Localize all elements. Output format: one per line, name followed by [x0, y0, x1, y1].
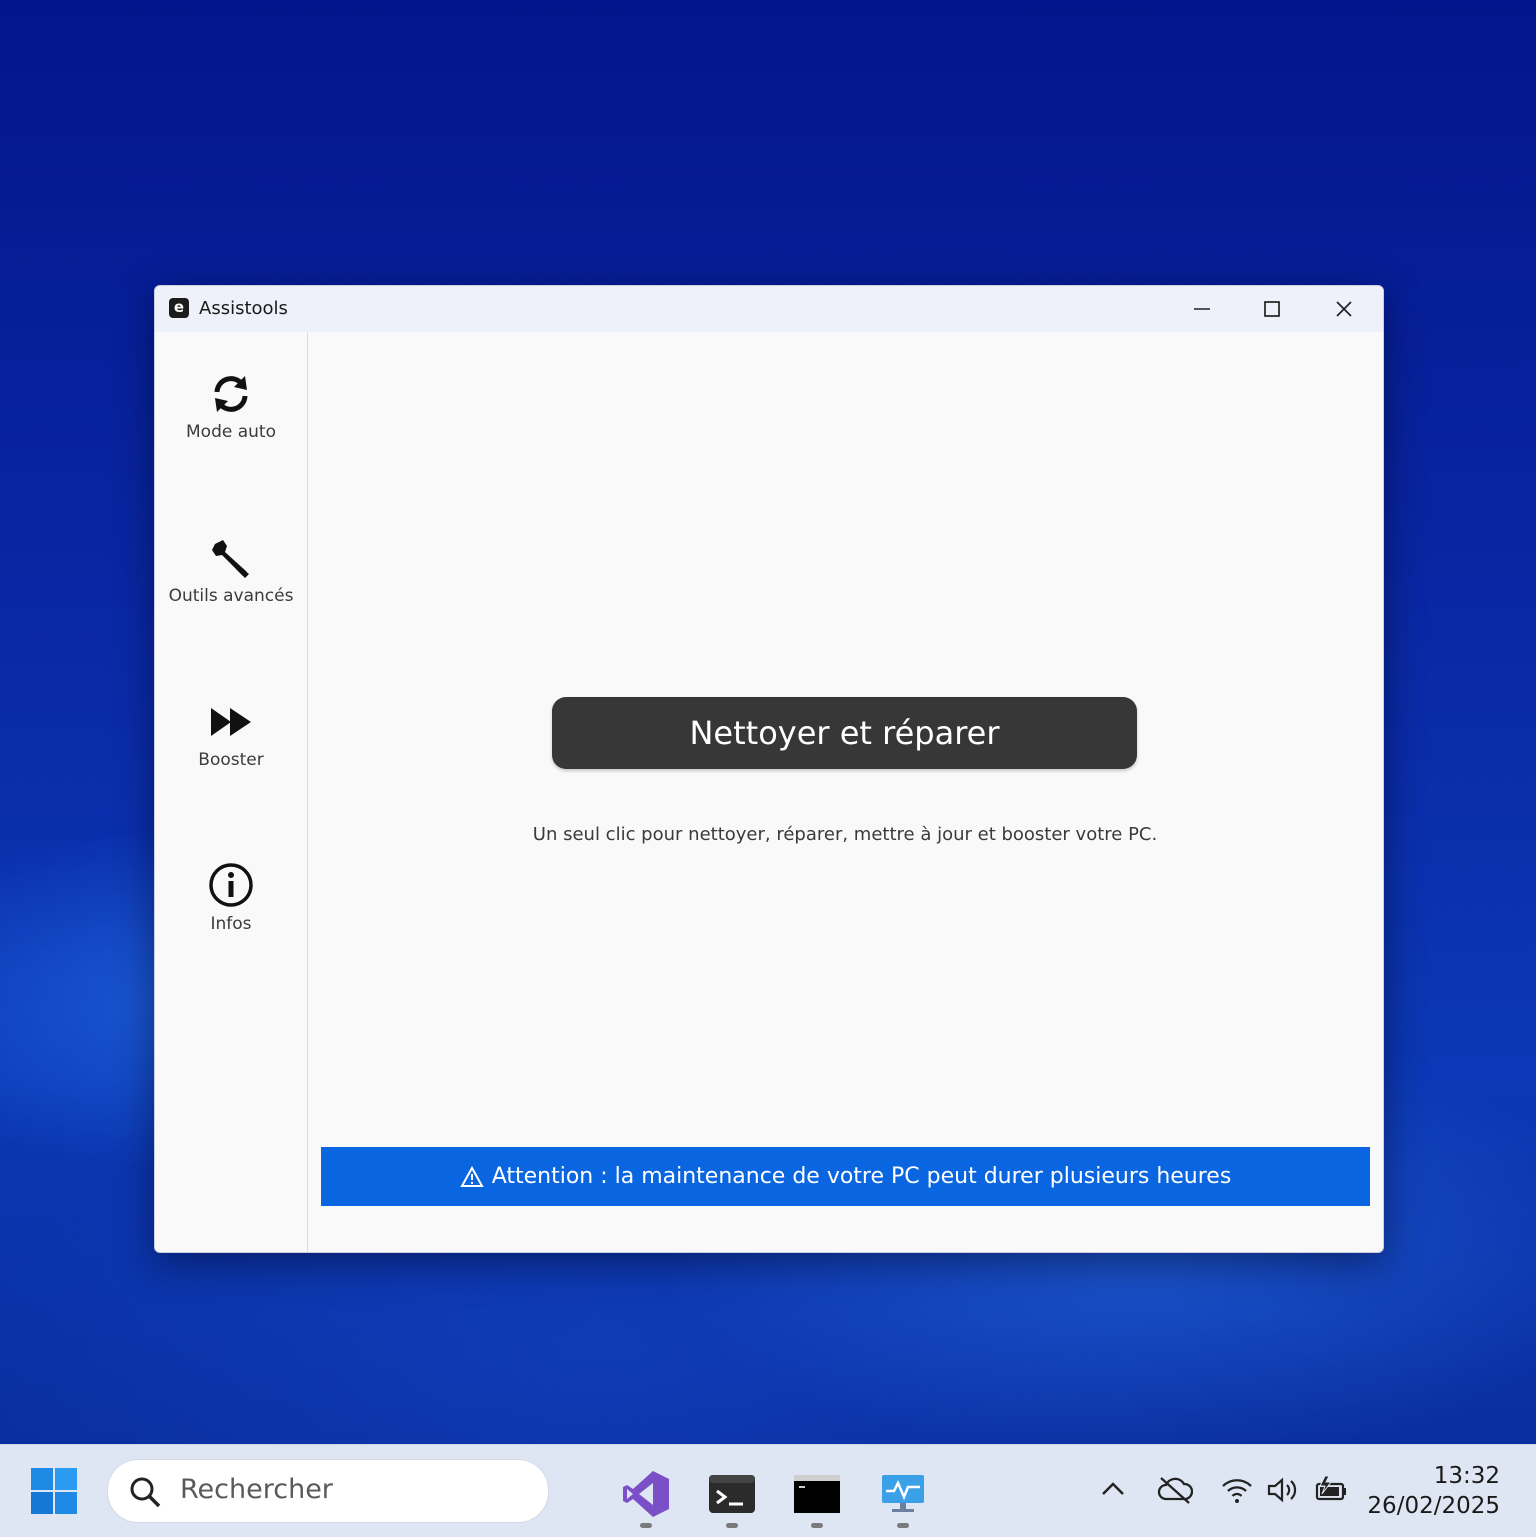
chevron-up-icon	[1102, 1482, 1124, 1495]
speaker-icon	[1267, 1477, 1297, 1503]
command-prompt-app[interactable]	[792, 1469, 842, 1519]
command-prompt-icon	[794, 1475, 840, 1513]
wrench-icon	[212, 540, 249, 578]
window-title: Assistools	[199, 298, 288, 319]
warning-icon	[459, 1165, 484, 1187]
app-window: e Assistools Mode auto Outils avancés Bo…	[154, 285, 1384, 1253]
windows-logo-icon	[31, 1468, 77, 1514]
clock-time: 13:32	[1433, 1463, 1500, 1489]
app-running-indicator	[897, 1523, 909, 1528]
sidebar-item-label: Outils avancés	[168, 586, 294, 606]
app-running-indicator	[726, 1523, 738, 1528]
clock[interactable]: 13:32 26/02/2025	[1367, 1461, 1500, 1521]
app-running-indicator	[640, 1523, 652, 1528]
search-placeholder: Rechercher	[180, 1474, 333, 1505]
sidebar-item-outils-avances[interactable]: Outils avancés	[155, 536, 307, 606]
app-logo-icon: e	[169, 298, 189, 318]
app-running-indicator	[811, 1523, 823, 1528]
sync-icon	[214, 376, 248, 412]
battery-charging-icon	[1315, 1475, 1346, 1501]
terminal-icon	[709, 1475, 755, 1513]
sidebar-item-label: Infos	[210, 914, 252, 934]
cloud-off-icon	[1157, 1477, 1194, 1504]
sidebar: Mode auto Outils avancés Booster Infos	[155, 332, 308, 1252]
sidebar-item-label: Booster	[198, 750, 264, 770]
minimize-button[interactable]	[1167, 286, 1237, 332]
terminal-app[interactable]	[707, 1469, 757, 1519]
taskbar: Rechercher 13:32 26/02/2025	[0, 1444, 1536, 1537]
start-button[interactable]	[30, 1467, 78, 1515]
action-description: Un seul clic pour nettoyer, réparer, met…	[532, 824, 1158, 845]
close-icon	[1336, 301, 1352, 317]
show-hidden-icons-button[interactable]	[1099, 1475, 1127, 1507]
volume-tray[interactable]	[1266, 1475, 1302, 1509]
maximize-icon	[1264, 301, 1280, 317]
clean-repair-button[interactable]: Nettoyer et réparer	[552, 697, 1137, 769]
onedrive-tray[interactable]	[1157, 1475, 1194, 1509]
sidebar-item-infos[interactable]: Infos	[155, 862, 307, 934]
close-button[interactable]	[1309, 286, 1379, 332]
minimize-icon	[1194, 308, 1210, 310]
sidebar-item-booster[interactable]: Booster	[155, 700, 307, 770]
clock-date: 26/02/2025	[1367, 1493, 1500, 1519]
warning-text: Attention : la maintenance de votre PC p…	[491, 1164, 1232, 1189]
network-tray[interactable]	[1220, 1475, 1254, 1509]
info-icon	[209, 863, 253, 907]
maximize-button[interactable]	[1237, 286, 1307, 332]
monitor-icon	[882, 1475, 924, 1512]
taskbar-search[interactable]: Rechercher	[107, 1459, 549, 1523]
visual-studio-icon	[623, 1471, 669, 1517]
wifi-icon	[1222, 1479, 1252, 1503]
sidebar-item-label: Mode auto	[186, 422, 276, 442]
fast-forward-icon	[211, 708, 251, 736]
search-icon	[128, 1475, 162, 1513]
title-bar[interactable]: e Assistools	[155, 286, 1383, 332]
monitor-app[interactable]	[878, 1469, 928, 1519]
sidebar-item-mode-auto[interactable]: Mode auto	[155, 372, 307, 442]
visual-studio-app[interactable]	[621, 1469, 671, 1519]
battery-tray[interactable]	[1313, 1475, 1349, 1509]
warning-banner: Attention : la maintenance de votre PC p…	[321, 1147, 1370, 1206]
